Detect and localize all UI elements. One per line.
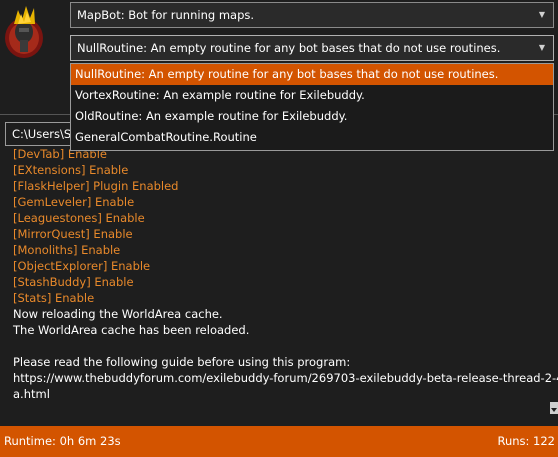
log-line: Please read the following guide before u… bbox=[13, 355, 351, 369]
routine-option-null[interactable]: NullRoutine: An empty routine for any bo… bbox=[71, 64, 553, 85]
bot-select[interactable]: MapBot: Bot for running maps. ▼ bbox=[70, 2, 554, 28]
routine-dropdown-list: NullRoutine: An empty routine for any bo… bbox=[70, 63, 554, 151]
log-line: Now reloading the WorldArea cache. bbox=[13, 307, 223, 321]
log-line: [Monoliths] Enable bbox=[13, 243, 121, 257]
log-link[interactable]: https://www.thebuddyforum.com/exilebuddy… bbox=[13, 370, 558, 386]
log-line: [MirrorQuest] Enable bbox=[13, 227, 133, 241]
chevron-down-icon: ▼ bbox=[538, 43, 545, 52]
log-line: The WorldArea cache has been reloaded. bbox=[13, 323, 250, 337]
log-line: [Stats] Enable bbox=[13, 291, 95, 305]
status-bar: Runtime: 0h 6m 23s Runs: 122 bbox=[0, 426, 558, 457]
log-line: [GemLeveler] Enable bbox=[13, 195, 135, 209]
character-avatar-icon bbox=[2, 2, 54, 60]
runtime-label: Runtime: 0h 6m 23s bbox=[4, 434, 121, 448]
log-line: [FlaskHelper] Plugin Enabled bbox=[13, 179, 179, 193]
routine-select-value: NullRoutine: An empty routine for any bo… bbox=[77, 41, 501, 55]
scroll-down-arrow-icon[interactable] bbox=[550, 402, 558, 414]
log-line: [StashBuddy] Enable bbox=[13, 275, 134, 289]
bot-select-value: MapBot: Bot for running maps. bbox=[77, 8, 255, 22]
routine-option-vortex[interactable]: VortexRoutine: An example routine for Ex… bbox=[71, 85, 553, 106]
chevron-down-icon: ▼ bbox=[538, 10, 545, 19]
routine-option-old[interactable]: OldRoutine: An example routine for Exile… bbox=[71, 106, 553, 127]
log-link[interactable]: a.html bbox=[13, 386, 543, 402]
log-output: [DevTab] Enable [EXtensions] Enable [Fla… bbox=[13, 146, 558, 402]
runs-counter: Runs: 122 bbox=[497, 434, 555, 448]
path-input-value: C:\Users\Sh bbox=[12, 127, 79, 141]
log-line: [EXtensions] Enable bbox=[13, 163, 129, 177]
routine-option-general-combat[interactable]: GeneralCombatRoutine.Routine bbox=[71, 127, 553, 148]
log-line: [ObjectExplorer] Enable bbox=[13, 259, 151, 273]
log-line: [Leaguestones] Enable bbox=[13, 211, 145, 225]
routine-select[interactable]: NullRoutine: An empty routine for any bo… bbox=[70, 35, 554, 61]
